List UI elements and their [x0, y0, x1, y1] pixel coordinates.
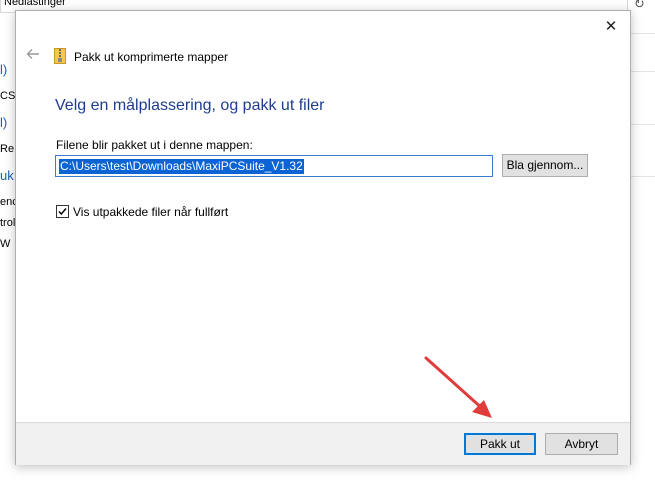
background-divider: [630, 71, 655, 72]
background-fragment: Re: [0, 143, 15, 155]
background-fragment: l): [0, 62, 8, 77]
background-fragment: enc: [0, 196, 16, 208]
path-label: Filene blir pakket ut i denne mappen:: [56, 138, 253, 152]
dialog-footer: Pakk ut Avbryt: [16, 422, 630, 465]
background-fragment: uk: [0, 168, 14, 183]
background-divider: [630, 176, 655, 177]
browse-button[interactable]: Bla gjennom...: [502, 154, 588, 177]
annotation-arrow-icon: [424, 356, 492, 418]
background-fragment: trol: [0, 217, 16, 229]
background-fragment: l): [0, 115, 8, 130]
extract-button[interactable]: Pakk ut: [464, 433, 536, 455]
background-fragment: W: [0, 238, 11, 250]
dialog-title: Pakk ut komprimerte mapper: [74, 50, 229, 64]
background-divider: [630, 33, 655, 34]
cancel-button[interactable]: Avbryt: [545, 433, 618, 455]
background-divider: [630, 124, 655, 125]
zip-folder-icon: [54, 48, 66, 64]
checkmark-icon: [58, 208, 67, 216]
background-address-text: Nedlastinger: [4, 0, 66, 8]
extract-dialog: ✕ Pakk ut komprimerte mapper Velg en mål…: [15, 10, 631, 465]
show-files-label[interactable]: Vis utpakkede filer når fullført: [73, 205, 228, 219]
background-fragment: CS: [0, 90, 16, 102]
close-icon[interactable]: ✕: [600, 17, 622, 37]
dialog-heading: Velg en målplassering, og pakk ut filer: [55, 97, 325, 114]
back-arrow-icon[interactable]: [24, 47, 42, 65]
show-files-checkbox[interactable]: [56, 205, 69, 218]
refresh-icon: ↻: [634, 0, 645, 11]
destination-path-input[interactable]: C:\Users\test\Downloads\MaxiPCSuite_V1.3…: [55, 155, 493, 177]
destination-path-text[interactable]: C:\Users\test\Downloads\MaxiPCSuite_V1.3…: [59, 159, 304, 174]
